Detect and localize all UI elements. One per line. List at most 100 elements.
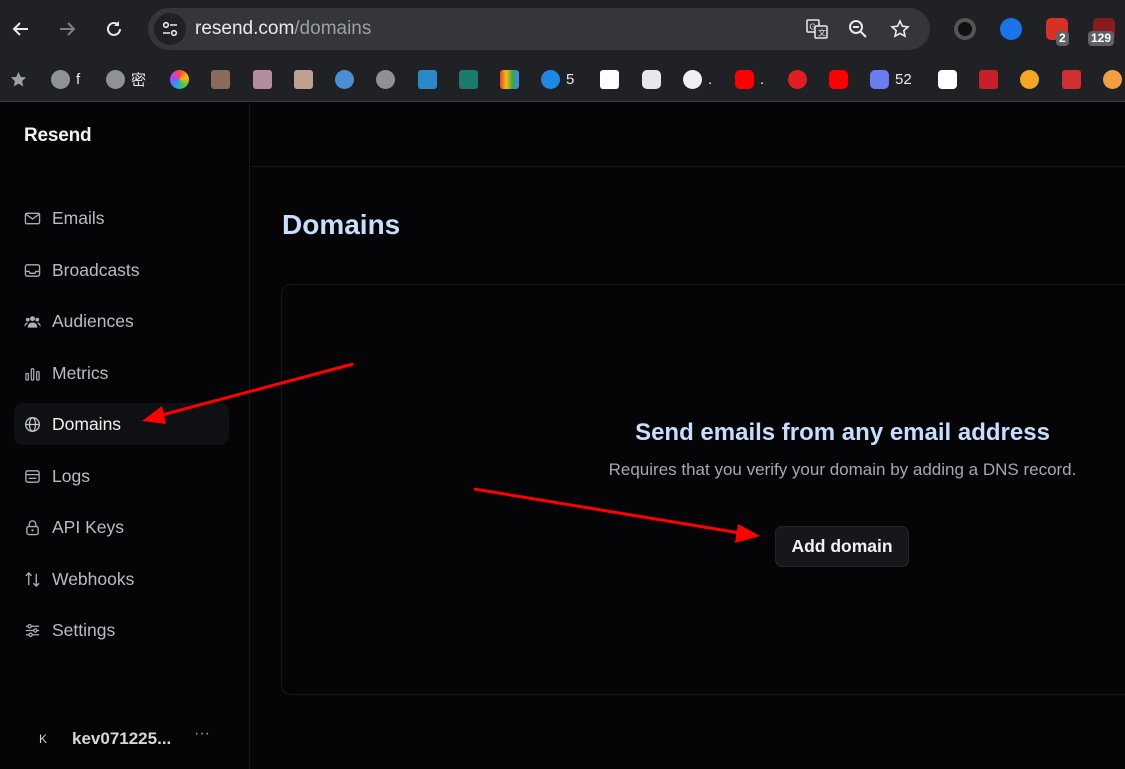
globe-icon	[51, 69, 70, 89]
onedrive-icon	[541, 69, 560, 89]
sidebar-item-label: Logs	[52, 465, 90, 486]
empty-state-subtitle: Requires that you verify your domain by …	[608, 460, 1077, 479]
users-icon	[24, 315, 41, 328]
user-menu[interactable]: K kev071225... ···	[32, 725, 232, 753]
logo-icon	[870, 69, 889, 89]
avatar-icon	[211, 69, 230, 89]
logo-icon	[459, 69, 478, 89]
bookmark-item[interactable]	[1062, 68, 1081, 90]
bookmark-item[interactable]	[600, 68, 619, 90]
extension-icon[interactable]	[954, 18, 976, 40]
sidebar-item-label: Audiences	[52, 310, 134, 331]
tune-icon	[162, 21, 178, 37]
star-icon	[10, 71, 27, 86]
hux-icon	[418, 69, 437, 89]
bookmark-item[interactable]	[211, 68, 230, 90]
zoom-icon[interactable]	[846, 17, 870, 41]
bookmark-item[interactable]	[459, 68, 478, 90]
lock-icon	[26, 519, 39, 535]
sidebar-item-settings[interactable]: Settings	[14, 609, 229, 651]
bookmark-item[interactable]	[979, 68, 998, 90]
reload-icon	[107, 21, 121, 36]
sidebar-item-metrics[interactable]: Metrics	[14, 352, 229, 394]
bookmark-item[interactable]	[829, 68, 848, 90]
gmail-icon	[500, 69, 519, 89]
bookmark-star-icon[interactable]	[888, 17, 912, 41]
bookmark-item[interactable]: 5	[541, 68, 574, 90]
youtube-icon	[829, 69, 848, 89]
sidebar-item-logs[interactable]: Logs	[14, 455, 229, 497]
empty-state-title: Send emails from any email address	[635, 419, 1050, 446]
bookmark-item[interactable]	[938, 68, 957, 90]
sidebar-item-label: Metrics	[52, 362, 109, 383]
bookmark-item[interactable]	[788, 68, 807, 90]
bookmark-item[interactable]	[1103, 68, 1122, 90]
avatar-icon	[253, 69, 272, 89]
baidu-drive-icon	[938, 69, 957, 89]
forward-button[interactable]	[52, 14, 82, 44]
bookmark-item[interactable]: 密	[106, 68, 146, 90]
sidebar-item-emails[interactable]: Emails	[14, 197, 229, 239]
sidebar-item-label: Broadcasts	[52, 259, 140, 280]
reload-button[interactable]	[99, 14, 129, 44]
bookmark-item[interactable]	[1020, 68, 1039, 90]
username: kev071225...	[72, 729, 172, 748]
empty-state-card	[281, 284, 1125, 695]
bookmark-item[interactable]: f	[51, 68, 80, 90]
sidebar-item-audiences[interactable]: Audiences	[14, 300, 229, 342]
bookmark-item[interactable]	[253, 68, 272, 90]
sidebar-item-domains[interactable]: Domains	[14, 403, 229, 445]
more-options-icon[interactable]: ···	[194, 725, 210, 743]
extension-icon[interactable]	[1000, 18, 1022, 40]
logo-icon	[1020, 69, 1039, 89]
add-domain-button[interactable]: Add domain	[775, 526, 909, 567]
brand-logo[interactable]: Resend	[24, 125, 92, 147]
bookmark-item[interactable]	[335, 68, 354, 90]
bookmark-item[interactable]	[170, 68, 189, 90]
bookmark-item[interactable]: 52	[870, 68, 912, 90]
logo-icon	[600, 69, 619, 89]
globe-icon	[106, 69, 125, 89]
site-info-button[interactable]	[154, 13, 186, 45]
sidebar-item-webhooks[interactable]: Webhooks	[14, 558, 229, 600]
url-path: /domains	[294, 18, 372, 39]
bookmark-item[interactable]	[418, 68, 437, 90]
extension-badge: 129	[1088, 31, 1115, 46]
bookmark-item[interactable]	[500, 68, 519, 90]
address-bar[interactable]: resend.com/domains G文	[148, 8, 930, 50]
header-divider	[251, 166, 1125, 167]
bookmark-item[interactable]	[294, 68, 313, 90]
bookmark-item[interactable]	[376, 68, 395, 90]
youtube-icon	[735, 69, 754, 89]
svg-text:文: 文	[818, 28, 826, 38]
sidebar-item-label: API Keys	[52, 516, 124, 537]
sidebar-item-broadcasts[interactable]: Broadcasts	[14, 249, 229, 291]
bar-chart-icon	[25, 367, 40, 381]
sidebar-item-label: Webhooks	[52, 568, 135, 589]
logs-icon	[25, 469, 40, 483]
globe-icon	[25, 416, 40, 432]
bookmark-item[interactable]: .	[735, 68, 764, 90]
bookmark-item[interactable]	[642, 68, 661, 90]
bookmark-item[interactable]: .	[683, 68, 712, 90]
sidebar-item-label: Settings	[52, 619, 116, 640]
back-button[interactable]	[6, 14, 36, 44]
avatar-icon	[294, 69, 313, 89]
photos-icon	[170, 69, 189, 89]
extension-badge: 2	[1056, 31, 1069, 46]
bookmark-item[interactable]	[9, 68, 28, 90]
globe-icon	[376, 69, 395, 89]
url-host: resend.com	[195, 18, 295, 39]
ball-icon	[335, 69, 354, 89]
sidebar-item-api-keys[interactable]: API Keys	[14, 506, 229, 548]
bookmark-label: .	[760, 70, 765, 88]
arrow-right-icon	[60, 22, 76, 36]
bookmark-label: 密	[131, 71, 147, 89]
inbox-icon	[24, 263, 41, 277]
translate-icon[interactable]: G文	[805, 17, 829, 41]
sidebar-item-label: Domains	[52, 413, 122, 434]
svg-text:G: G	[810, 23, 816, 32]
bookmark-label: 52	[895, 70, 912, 88]
page-title: Domains	[282, 209, 401, 240]
bookmark-label: .	[708, 70, 713, 88]
